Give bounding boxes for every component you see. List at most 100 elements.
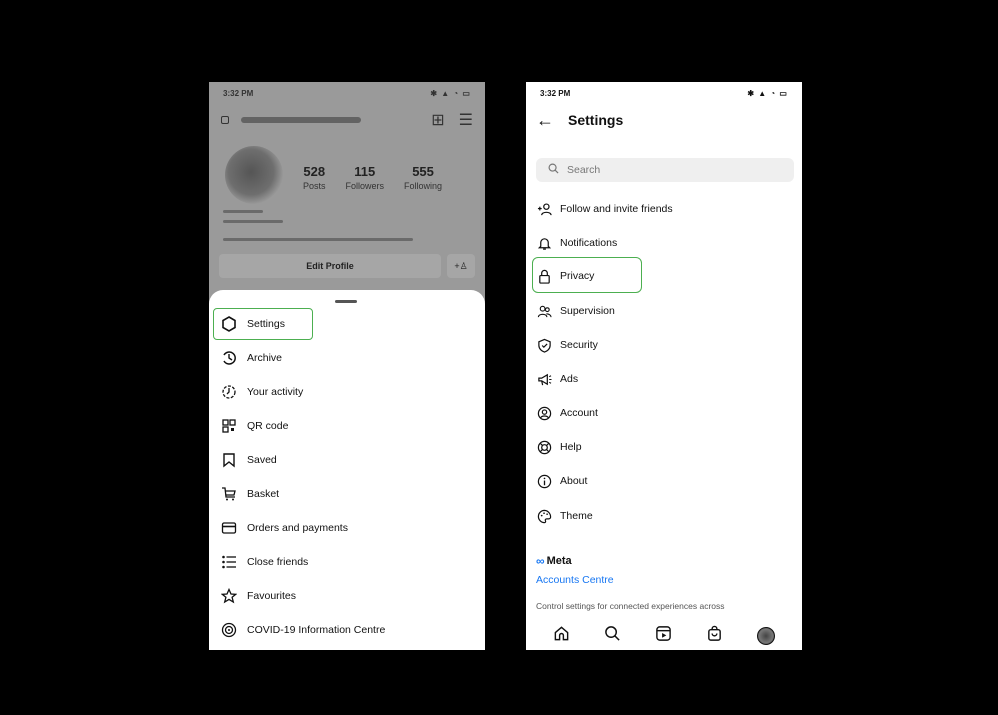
profile-section: 3:32 PM ✱ ▲ ◔ ▭ ⊞ ☰ 528 Posts 115 Follow… (209, 82, 485, 312)
stat-number: 555 (412, 164, 434, 179)
settings-item-follow-invite[interactable]: Follow and invite friends (536, 196, 673, 222)
username-redacted[interactable] (241, 117, 361, 123)
menu-item-favourites[interactable]: Favourites (221, 582, 296, 610)
menu-item-archive[interactable]: Archive (221, 344, 282, 372)
menu-item-basket[interactable]: Basket (221, 480, 279, 508)
settings-item-theme[interactable]: Theme (536, 503, 593, 529)
status-time: 3:32 PM (540, 88, 571, 98)
qr-code-icon (221, 418, 237, 434)
settings-item-supervision[interactable]: Supervision (536, 298, 615, 324)
bookmark-icon (221, 452, 237, 468)
stat-label: Posts (303, 181, 326, 191)
settings-header: ← Settings (536, 106, 623, 134)
settings-item-label: Help (560, 441, 582, 453)
profile-avatar-nav[interactable] (757, 627, 775, 645)
menu-item-label: Archive (247, 352, 283, 364)
status-bar: 3:32 PM ✱ ▲ ◔ ▭ (209, 82, 485, 104)
activity-icon (221, 384, 237, 400)
settings-item-label: Supervision (560, 305, 615, 317)
discover-people-button[interactable]: +♙ (447, 254, 475, 278)
settings-item-label: Security (560, 339, 598, 351)
menu-item-settings[interactable]: Settings (221, 310, 285, 338)
menu-item-your-activity[interactable]: Your activity (221, 378, 303, 406)
shield-icon (536, 337, 552, 353)
edit-profile-button[interactable]: Edit Profile (219, 254, 441, 278)
card-icon (221, 520, 237, 536)
search-nav-icon[interactable] (604, 625, 621, 647)
settings-item-account[interactable]: Account (536, 400, 598, 426)
settings-item-label: Notifications (560, 237, 618, 249)
back-arrow-icon[interactable]: ← (536, 110, 554, 131)
shop-icon[interactable] (706, 625, 723, 647)
screenshot-frame (6, 8, 992, 707)
settings-item-help[interactable]: Help (536, 434, 582, 460)
menu-item-label: Your activity (247, 386, 304, 398)
menu-item-covid-centre[interactable]: COVID-19 Information Centre (221, 616, 385, 644)
megaphone-icon (536, 371, 552, 387)
meta-logo: ∞ Meta (536, 554, 572, 568)
list-icon (221, 554, 237, 570)
settings-item-label: Follow and invite friends (560, 203, 673, 215)
menu-item-saved[interactable]: Saved (221, 446, 277, 474)
new-post-icon[interactable]: ⊞ (431, 110, 444, 130)
meta-label: Meta (546, 555, 572, 567)
lock-icon (536, 268, 552, 284)
search-placeholder: Search (567, 164, 601, 176)
bell-icon (536, 235, 552, 251)
settings-phone-screen: 3:32 PM ✱ ▲ ◔ ▭ ← Settings Search Follow… (526, 82, 802, 650)
stat-posts[interactable]: 528 Posts (303, 164, 326, 191)
status-icons: ✱ ▲ ◔ ▭ (430, 88, 471, 98)
stat-label: Following (404, 181, 443, 191)
page-title: Settings (568, 112, 624, 128)
settings-item-about[interactable]: About (536, 468, 587, 494)
accounts-centre-link[interactable]: Accounts Centre (536, 574, 614, 586)
stat-number: 115 (354, 164, 376, 179)
profile-header-actions: ⊞ ☰ (431, 110, 473, 130)
stat-followers[interactable]: 115 Followers (346, 164, 385, 191)
reels-icon[interactable] (655, 625, 672, 647)
settings-item-label: Ads (560, 373, 579, 385)
add-person-icon (536, 201, 552, 217)
cart-icon (221, 486, 237, 502)
avatar[interactable] (225, 146, 283, 204)
menu-icon[interactable]: ☰ (459, 110, 473, 130)
menu-item-close-friends[interactable]: Close friends (221, 548, 308, 576)
settings-item-label: About (560, 475, 588, 487)
menu-item-label: Close friends (247, 556, 309, 568)
home-icon[interactable] (553, 625, 570, 647)
options-bottom-sheet: Settings Archive Your activity QR code S… (209, 290, 485, 650)
info-icon (536, 473, 552, 489)
search-input[interactable]: Search (536, 158, 794, 182)
profile-phone-screen: 3:32 PM ✱ ▲ ◔ ▭ ⊞ ☰ 528 Posts 115 Follow… (209, 82, 485, 650)
menu-item-qr-code[interactable]: QR code (221, 412, 288, 440)
stat-following[interactable]: 555 Following (404, 164, 442, 191)
help-icon (536, 439, 552, 455)
bio-redacted (223, 220, 283, 223)
menu-item-label: QR code (247, 420, 289, 432)
account-icon (536, 405, 552, 421)
settings-item-ads[interactable]: Ads (536, 366, 578, 392)
settings-item-notifications[interactable]: Notifications (536, 230, 617, 256)
covid-icon (221, 622, 237, 638)
menu-item-label: COVID-19 Information Centre (247, 624, 386, 636)
stat-number: 528 (303, 164, 326, 179)
settings-item-label: Theme (560, 510, 593, 522)
status-time: 3:32 PM (223, 88, 254, 98)
settings-item-security[interactable]: Security (536, 332, 598, 358)
menu-item-orders-payments[interactable]: Orders and payments (221, 514, 348, 542)
profile-actions: Edit Profile +♙ (219, 254, 475, 278)
sheet-drag-handle[interactable] (335, 300, 357, 303)
settings-item-privacy[interactable]: Privacy (536, 263, 594, 289)
star-icon (221, 588, 237, 604)
settings-item-label: Privacy (560, 270, 595, 282)
menu-item-label: Favourites (247, 590, 297, 602)
add-person-icon: +♙ (454, 260, 468, 271)
gear-icon (221, 316, 237, 332)
menu-item-label: Basket (247, 488, 280, 500)
palette-icon (536, 508, 552, 524)
meta-infinity-icon: ∞ (536, 554, 545, 568)
bio-redacted (223, 238, 413, 241)
supervision-icon (536, 303, 552, 319)
profile-header: ⊞ ☰ (221, 110, 473, 130)
menu-item-label: Settings (247, 318, 285, 330)
